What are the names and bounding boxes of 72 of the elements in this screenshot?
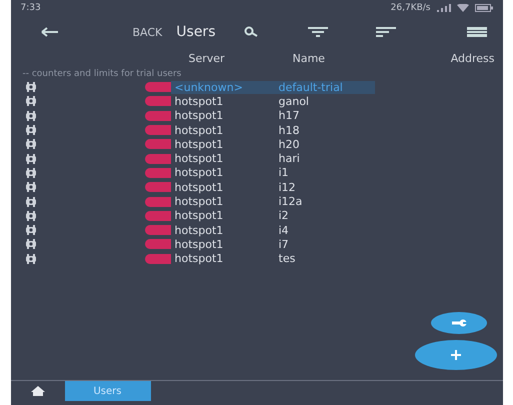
columns-icon[interactable]: [466, 27, 486, 37]
filter-icon[interactable]: [308, 27, 328, 37]
gear-icon[interactable]: [24, 239, 36, 250]
wrench-icon: [450, 318, 466, 328]
column-header[interactable]: Address: [450, 52, 494, 64]
status-badge: [144, 210, 170, 221]
name-cell: h20: [278, 138, 300, 151]
status-badge: [144, 82, 170, 92]
server-cell-text: hotspot1: [174, 166, 224, 180]
plus-icon: [450, 349, 462, 361]
wifi-icon: [456, 4, 468, 12]
name-cell: ganol: [278, 94, 309, 108]
gear-icon[interactable]: [24, 254, 36, 264]
status-badge: [144, 254, 170, 264]
server-cell-text: hotspot1: [174, 138, 224, 151]
back-button[interactable]: BACK: [132, 26, 162, 38]
status-badge: [144, 125, 170, 136]
server-cell-text: hotspot1: [174, 224, 224, 237]
clock: 7:33: [20, 3, 41, 13]
server-cell-text: <unknown>: [174, 80, 244, 94]
status-badge: [144, 225, 170, 236]
gear-icon[interactable]: [24, 110, 36, 121]
comment-text: -- counters and limits for trial users: [22, 68, 182, 80]
name-cell: i12a: [278, 195, 302, 208]
name-cell: default-trial: [278, 80, 343, 94]
screen-title: Users: [176, 24, 216, 40]
gear-icon[interactable]: [24, 154, 36, 164]
server-cell-text: hotspot1: [174, 180, 224, 194]
back-arrow-icon[interactable]: [40, 27, 58, 37]
wrench-button[interactable]: [430, 312, 486, 334]
gear-icon[interactable]: [24, 125, 36, 136]
server-cell-text: hotspot1: [174, 252, 224, 266]
gear-icon[interactable]: [24, 96, 36, 106]
name-cell: h18: [278, 124, 300, 137]
name-cell: tes: [278, 252, 296, 266]
gear-icon[interactable]: [24, 196, 36, 207]
status-badge: [144, 96, 170, 106]
name-cell: hari: [278, 152, 300, 166]
gear-icon[interactable]: [24, 210, 36, 221]
signal-icon: [436, 4, 450, 12]
server-cell-text: hotspot1: [174, 109, 224, 122]
server-cell-text: hotspot1: [174, 94, 224, 108]
name-cell: i4: [278, 224, 289, 237]
server-cell-text: hotspot1: [174, 195, 224, 208]
status-badge: [144, 239, 170, 250]
server-cell-text: hotspot1: [174, 209, 224, 222]
gear-icon[interactable]: [24, 82, 36, 92]
status-badge: [144, 168, 170, 178]
gear-icon[interactable]: [24, 182, 36, 192]
name-cell: i2: [278, 209, 289, 222]
server-cell-text: hotspot1: [174, 238, 224, 251]
name-cell: i7: [278, 238, 289, 251]
gear-icon[interactable]: [24, 168, 36, 178]
gear-icon[interactable]: [24, 139, 36, 150]
gear-icon[interactable]: [24, 225, 36, 236]
server-cell-text: hotspot1: [174, 152, 224, 166]
home-icon: [30, 386, 44, 396]
search-icon[interactable]: [244, 26, 260, 38]
status-badge: [144, 182, 170, 192]
server-cell-text: hotspot1: [174, 124, 224, 137]
column-header[interactable]: Name: [292, 52, 422, 64]
status-badge: [144, 154, 170, 164]
column-header[interactable]: Server: [188, 52, 292, 64]
name-cell: i1: [278, 166, 289, 180]
battery-icon: [474, 4, 492, 12]
sort-icon[interactable]: [376, 27, 396, 37]
network-speed: 26,7KB/s: [390, 3, 430, 13]
status-badge: [144, 139, 170, 150]
status-badge: [144, 110, 170, 121]
name-cell: i12: [278, 180, 296, 194]
name-cell: h17: [278, 109, 300, 122]
status-badge: [144, 196, 170, 207]
